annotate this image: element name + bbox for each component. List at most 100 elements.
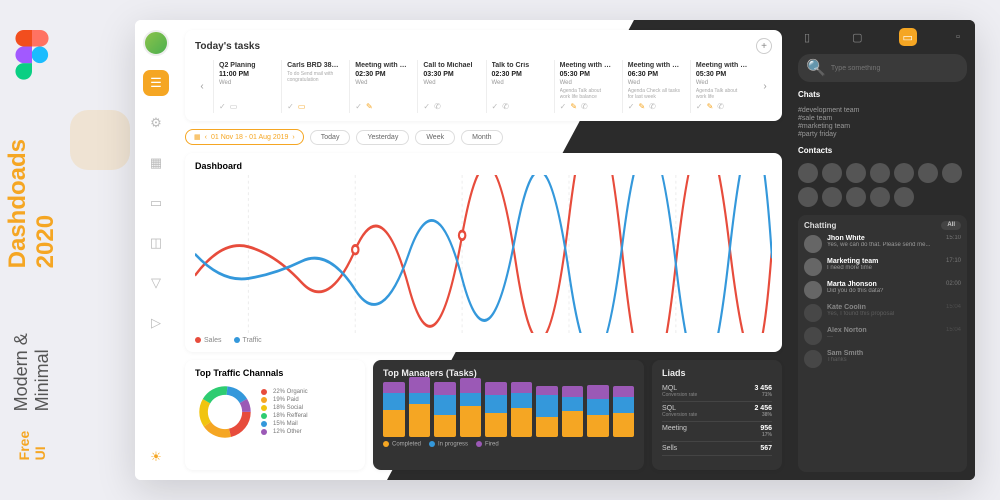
bar: [613, 386, 635, 437]
traffic-item: 22% Organic: [261, 389, 308, 395]
check-icon[interactable]: ✓: [696, 102, 703, 111]
task-card[interactable]: Carls BRD 38 yearsTo do Send mail with c…: [281, 60, 345, 113]
task-card[interactable]: Meeting with team05:30 PMWedAgenda Talk …: [690, 60, 754, 113]
message-item[interactable]: Marta JhonsonDid you do this data?02:00: [804, 281, 961, 299]
nav-inbox[interactable]: ▽: [143, 270, 169, 296]
contact-avatar[interactable]: [798, 187, 818, 207]
traffic-item: 12% Other: [261, 429, 308, 435]
lead-row: MQLConversion rate3 45671%: [662, 382, 772, 402]
nav-play[interactable]: ▷: [143, 310, 169, 336]
task-card[interactable]: Talk to Cris02:30 PMWed✓✆: [486, 60, 550, 113]
contact-avatar[interactable]: [822, 187, 842, 207]
phone-icon[interactable]: ✆: [502, 102, 509, 111]
chat-tag[interactable]: #development team: [798, 107, 967, 114]
check-icon[interactable]: ✓: [287, 102, 294, 111]
contact-avatar[interactable]: [918, 163, 938, 183]
file-icon[interactable]: ▫: [949, 28, 967, 46]
contact-avatar[interactable]: [846, 187, 866, 207]
check-icon[interactable]: ✓: [423, 102, 430, 111]
message-item[interactable]: Jhon WhiteYes, we can do that. Please se…: [804, 235, 961, 253]
chip-week[interactable]: Week: [415, 130, 455, 145]
traffic-card: Top Traffic Channals 22% Organic19% Paid…: [185, 360, 365, 470]
lead-row: Sells567: [662, 442, 772, 456]
phone-icon[interactable]: ✆: [717, 102, 724, 111]
nav-menu[interactable]: ☰: [143, 70, 169, 96]
contact-avatar[interactable]: [822, 163, 842, 183]
bottom-row: Top Traffic Channals 22% Organic19% Paid…: [185, 360, 782, 470]
clipboard-icon[interactable]: ▢: [848, 28, 866, 46]
promo-free: Free UI: [16, 415, 48, 460]
chatting-panel: ChattingAll Jhon WhiteYes, we can do tha…: [798, 215, 967, 472]
task-card[interactable]: Meeting with Jhon06:30 PMWedAgenda Check…: [622, 60, 686, 113]
bar: [536, 386, 558, 437]
chat-tag[interactable]: #sale team: [798, 115, 967, 122]
phone-icon[interactable]: ✆: [434, 102, 441, 111]
leads-card: Liads MQLConversion rate3 45671%SQLConve…: [652, 360, 782, 470]
chat-tag[interactable]: #marketing team: [798, 123, 967, 130]
chat-icon[interactable]: ▭: [230, 102, 238, 111]
check-icon[interactable]: ✓: [628, 102, 635, 111]
chat-icon[interactable]: ▭: [298, 102, 306, 111]
contact-avatar[interactable]: [894, 163, 914, 183]
contact-avatar[interactable]: [870, 187, 890, 207]
edit-icon[interactable]: ✎: [366, 102, 373, 111]
add-task-button[interactable]: +: [756, 38, 772, 54]
user-avatar[interactable]: [143, 30, 169, 56]
search-input[interactable]: [831, 65, 959, 72]
message-item[interactable]: Kate CoolinYes, I found this proposal15:…: [804, 304, 961, 322]
message-item[interactable]: Sam SmithThanks: [804, 350, 961, 368]
contact-avatar[interactable]: [798, 163, 818, 183]
message-item[interactable]: Alex Norton—15:04: [804, 327, 961, 345]
main-content: Today's tasks + ‹ Q2 Planing11:00 PMWed✓…: [177, 20, 790, 480]
check-icon[interactable]: ✓: [219, 102, 226, 111]
chip-today[interactable]: Today: [310, 130, 351, 145]
promo-title: Dashdoads 2020: [4, 88, 60, 269]
chip-month[interactable]: Month: [461, 130, 502, 145]
phone-icon[interactable]: ✆: [581, 102, 588, 111]
nav-sidebar: ☰ ⚙ ▦ ▭ ◫ ▽ ▷ ☀: [135, 20, 177, 480]
chat-tag[interactable]: #party friday: [798, 131, 967, 138]
calendar-icon: ▦: [194, 133, 201, 141]
figma-icon: [14, 30, 50, 80]
search-box[interactable]: 🔍: [798, 54, 967, 82]
task-card[interactable]: Call to Michael03:30 PMWed✓✆: [417, 60, 481, 113]
bar: [434, 382, 456, 437]
date-range-chip[interactable]: ▦‹01 Nov 18 - 01 Aug 2019›: [185, 129, 304, 145]
nav-grid[interactable]: ▦: [143, 150, 169, 176]
tasks-prev[interactable]: ‹: [195, 60, 209, 113]
bar: [460, 378, 482, 437]
contact-avatar[interactable]: [870, 163, 890, 183]
edit-icon[interactable]: ✎: [638, 102, 645, 111]
contact-avatar[interactable]: [846, 163, 866, 183]
chip-yesterday[interactable]: Yesterday: [356, 130, 409, 145]
check-icon[interactable]: ✓: [492, 102, 499, 111]
check-icon[interactable]: ✓: [560, 102, 567, 111]
lead-row: Meeting95617%: [662, 422, 772, 442]
bar: [409, 377, 431, 438]
search-icon: 🔍: [806, 58, 826, 78]
task-card[interactable]: Meeting with team05:30 PMWedAgenda Talk …: [554, 60, 618, 113]
traffic-item: 18% Refferal: [261, 413, 308, 419]
tasks-next[interactable]: ›: [758, 60, 772, 113]
edit-icon[interactable]: ✎: [707, 102, 714, 111]
bookmark-icon[interactable]: ▯: [798, 28, 816, 46]
message-item[interactable]: Marketing teamI need more time17:10: [804, 258, 961, 276]
nav-box[interactable]: ◫: [143, 230, 169, 256]
nav-sliders[interactable]: ⚙: [143, 110, 169, 136]
contact-avatar[interactable]: [942, 163, 962, 183]
app-window: ☰ ⚙ ▦ ▭ ◫ ▽ ▷ ☀ Today's tasks + ‹ Q2 Pla…: [135, 20, 975, 480]
task-card[interactable]: Meeting with Jhonatan02:30 PMWed✓✎: [349, 60, 413, 113]
promo-subtitle: Modern & Minimal: [11, 272, 53, 410]
traffic-item: 19% Paid: [261, 397, 308, 403]
decorative-pill: [70, 110, 130, 170]
phone-icon[interactable]: ✆: [649, 102, 656, 111]
chat-filter[interactable]: All: [941, 221, 961, 230]
chat-icon[interactable]: ▭: [899, 28, 917, 46]
contact-avatar[interactable]: [894, 187, 914, 207]
edit-icon[interactable]: ✎: [570, 102, 577, 111]
managers-card: Top Managers (Tasks) Completed In progre…: [373, 360, 644, 470]
check-icon[interactable]: ✓: [355, 102, 362, 111]
theme-toggle[interactable]: ☀: [143, 444, 169, 470]
nav-calendar[interactable]: ▭: [143, 190, 169, 216]
task-card[interactable]: Q2 Planing11:00 PMWed✓▭: [213, 60, 277, 113]
